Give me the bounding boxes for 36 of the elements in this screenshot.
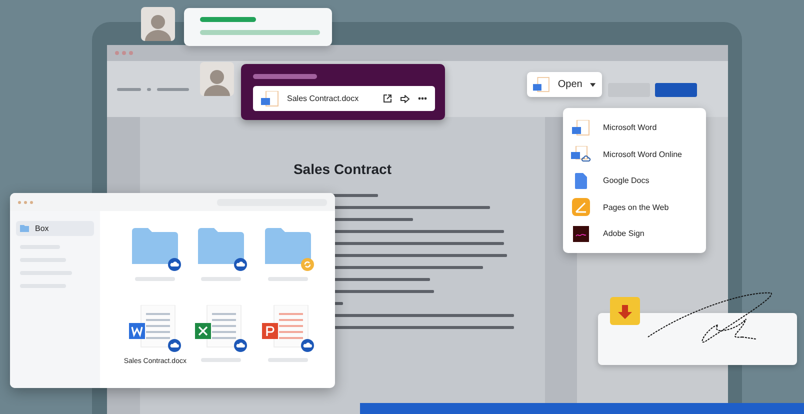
caret-icon — [590, 82, 596, 86]
document-icon — [261, 90, 279, 106]
text-placeholder-bar — [200, 17, 256, 22]
folder-icon — [264, 228, 311, 264]
external-link-icon[interactable] — [383, 94, 392, 103]
cloud-badge-icon — [168, 258, 182, 271]
sidebar-item[interactable]: Box — [16, 221, 94, 236]
cloud-badge-icon — [234, 339, 248, 352]
open-dropdown-button[interactable]: Open — [527, 72, 602, 97]
file-name: Sales Contract.docx — [287, 94, 360, 103]
cloud-badge-icon — [300, 339, 314, 352]
menu-item[interactable]: Microsoft Word Online — [563, 143, 706, 165]
download-icon — [610, 297, 640, 325]
document-icon — [575, 172, 587, 188]
more-icon[interactable] — [418, 97, 427, 100]
signature-icon — [573, 226, 589, 242]
document-icon — [572, 120, 590, 136]
document-title: Sales Contract — [293, 161, 392, 177]
folder-icon — [132, 228, 178, 264]
pen-icon — [572, 198, 590, 216]
file-row[interactable]: Sales Contract.docx — [253, 86, 435, 111]
cloud-badge-icon — [168, 339, 182, 352]
folder-icon — [198, 228, 244, 264]
avatar-silhouette-icon — [204, 68, 230, 96]
menu-item[interactable]: Microsoft Word — [563, 116, 706, 138]
menu-item[interactable]: Adobe Sign — [563, 222, 706, 244]
document-cloud-icon — [571, 146, 591, 162]
document-icon — [533, 76, 550, 92]
sync-badge-icon — [300, 258, 314, 271]
arrow-right-icon[interactable] — [400, 94, 410, 102]
text-placeholder-bar — [253, 74, 317, 79]
cloud-badge-icon — [234, 258, 248, 271]
avatar-silhouette-icon — [145, 13, 171, 41]
menu-item[interactable]: Google Docs — [563, 170, 706, 192]
folder-icon — [20, 225, 29, 232]
menu-item[interactable]: Pages on the Web — [563, 196, 706, 218]
